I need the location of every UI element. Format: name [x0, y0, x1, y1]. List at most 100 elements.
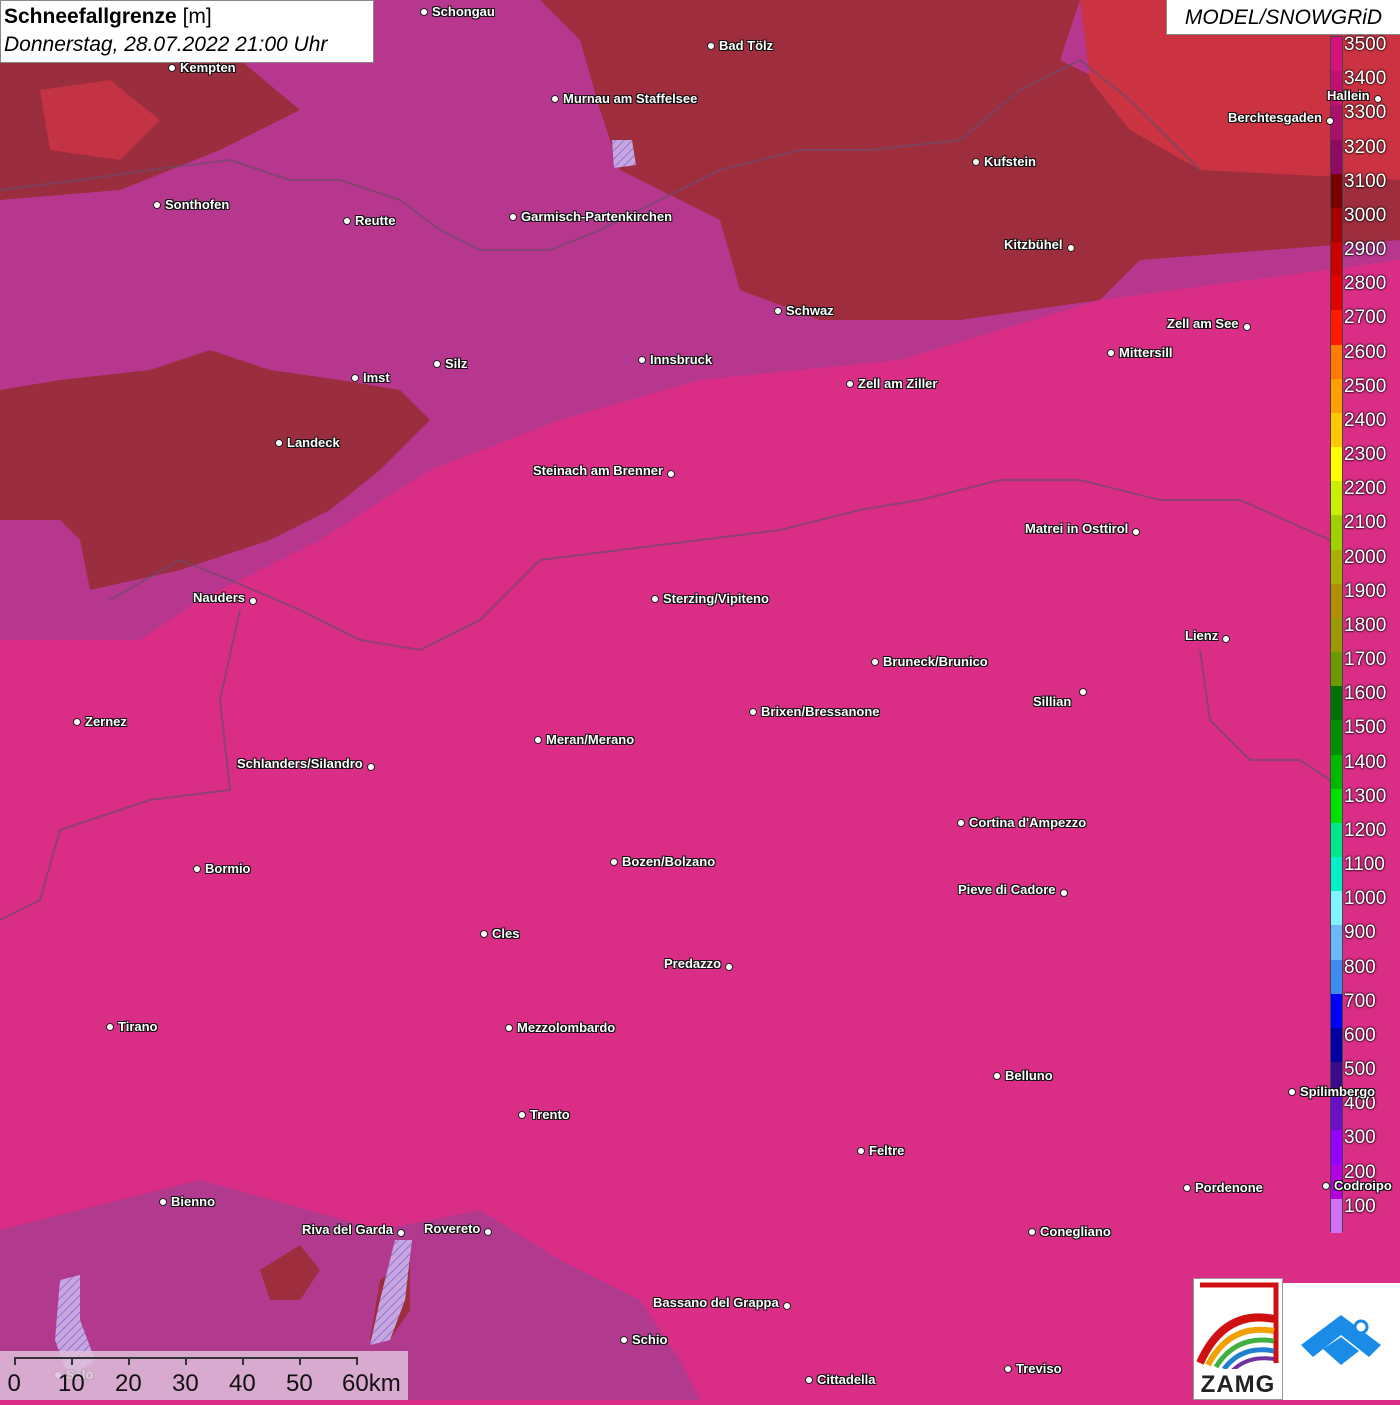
city-label: Feltre — [869, 1143, 905, 1158]
city-label: Schwaz — [786, 303, 834, 318]
map-title-unit: [m] — [176, 5, 212, 28]
city-dot-icon — [972, 158, 980, 166]
city-label: Mezzolombardo — [517, 1020, 616, 1035]
legend-color-segment — [1331, 515, 1342, 551]
legend-color-segment — [1331, 447, 1342, 482]
city-dot-icon — [1060, 889, 1068, 897]
city-label: Reutte — [355, 213, 396, 228]
model-label: MODEL/SNOWGRiD — [1166, 0, 1400, 35]
city-dot-icon — [651, 595, 659, 603]
city-label: Sillian — [1033, 694, 1072, 709]
legend-color-segment — [1331, 754, 1342, 790]
legend-color-segment — [1331, 1130, 1342, 1166]
city-dot-icon — [667, 470, 675, 478]
legend-color-segment — [1331, 173, 1342, 209]
city-label: Bassano del Grappa — [653, 1295, 779, 1310]
legend-color-segment — [1331, 310, 1342, 346]
legend-color-segment — [1331, 276, 1342, 311]
city-label: Murnau am Staffelsee — [563, 91, 698, 106]
city-dot-icon — [610, 858, 618, 866]
city-label: Tirano — [118, 1019, 158, 1034]
scale-tick — [71, 1357, 73, 1365]
legend-color-segment — [1331, 925, 1342, 961]
scale-tick — [356, 1357, 358, 1365]
city-label: Kitzbühel — [1004, 237, 1063, 252]
city-dot-icon — [153, 201, 161, 209]
city-label: Cles — [492, 926, 520, 941]
city-dot-icon — [993, 1072, 1001, 1080]
city-label: Cittadella — [817, 1372, 876, 1387]
legend-color-segment — [1331, 1096, 1342, 1131]
city-dot-icon — [73, 718, 81, 726]
city-label: Trento — [530, 1107, 570, 1122]
scale-tick — [185, 1357, 187, 1365]
city-dot-icon — [1067, 244, 1075, 252]
city-dot-icon — [1222, 635, 1230, 643]
city-dot-icon — [857, 1147, 865, 1155]
legend-color-segment — [1331, 242, 1342, 277]
city-dot-icon — [1028, 1228, 1036, 1236]
city-label: Steinach am Brenner — [533, 463, 664, 478]
legend-label: 800 — [1344, 956, 1376, 978]
city-dot-icon — [505, 1024, 513, 1032]
legend-color-segment — [1331, 549, 1342, 585]
legend-color-segment — [1331, 617, 1342, 653]
city-dot-icon — [193, 865, 201, 873]
lake-sternberg — [612, 140, 636, 168]
legend-label: 1900 — [1344, 580, 1387, 602]
legend-label: 3200 — [1344, 136, 1387, 158]
city-label: Nauders — [193, 590, 246, 605]
city-label: Silz — [445, 356, 468, 371]
city-dot-icon — [1183, 1184, 1191, 1192]
legend-color-segment — [1331, 412, 1342, 448]
legend-color-segment — [1331, 207, 1342, 243]
scale-label: 50 — [286, 1370, 313, 1397]
city-label: Kempten — [180, 60, 236, 75]
legend-label: 2100 — [1344, 512, 1387, 534]
map-title: Schneefallgrenze [m] — [4, 3, 370, 31]
city-dot-icon — [397, 1229, 405, 1237]
city-dot-icon — [351, 374, 359, 382]
legend-label: 600 — [1344, 1024, 1376, 1046]
city-dot-icon — [725, 963, 733, 971]
city-label: Garmisch-Partenkirchen — [521, 209, 673, 224]
legend-label: 2700 — [1344, 307, 1387, 329]
city-dot-icon — [1079, 688, 1087, 696]
legend-color-segment — [1331, 857, 1342, 892]
legend-label: 3100 — [1344, 170, 1387, 192]
city-label: Schlanders/Silandro — [237, 756, 363, 771]
scale-tick — [299, 1357, 301, 1365]
legend-color-segment — [1331, 686, 1342, 721]
city-label: Bozen/Bolzano — [622, 854, 716, 869]
city-label: Kufstein — [984, 154, 1036, 169]
legend-label: 1800 — [1344, 614, 1387, 636]
city-label: Matrei in Osttirol — [1025, 521, 1129, 536]
city-label: Bormio — [205, 861, 251, 876]
scale-label: 40 — [229, 1370, 256, 1397]
scale-label: 20 — [115, 1370, 142, 1397]
city-dot-icon — [534, 736, 542, 744]
snowgrid-mountain-icon — [1301, 1315, 1381, 1365]
legend-color-segment — [1331, 37, 1342, 72]
city-label: Brixen/Bressanone — [761, 704, 880, 719]
legend-colorbar — [1330, 36, 1343, 1234]
legend-label: 3300 — [1344, 102, 1387, 124]
city-label: Schio — [632, 1332, 668, 1347]
legend-label: 1600 — [1344, 683, 1387, 705]
city-label: Sterzing/Vipiteno — [663, 591, 769, 606]
legend-label: 2000 — [1344, 546, 1387, 568]
legend-label: 3000 — [1344, 204, 1387, 226]
city-dot-icon — [249, 597, 257, 605]
city-label: Treviso — [1016, 1361, 1062, 1376]
snow-logo — [1283, 1283, 1400, 1400]
map-title-box: Schneefallgrenze [m] Donnerstag, 28.07.2… — [0, 0, 374, 63]
legend-label: 2600 — [1344, 341, 1387, 363]
city-dot-icon — [275, 439, 283, 447]
city-dot-icon — [774, 307, 782, 315]
city-dot-icon — [1004, 1365, 1012, 1373]
city-label: Innsbruck — [650, 352, 713, 367]
scale-label: 0 — [7, 1370, 21, 1397]
map-datetime: Donnerstag, 28.07.2022 21:00 Uhr — [4, 33, 328, 56]
city-label: Meran/Merano — [546, 732, 635, 747]
scale-label: 10 — [58, 1370, 85, 1397]
